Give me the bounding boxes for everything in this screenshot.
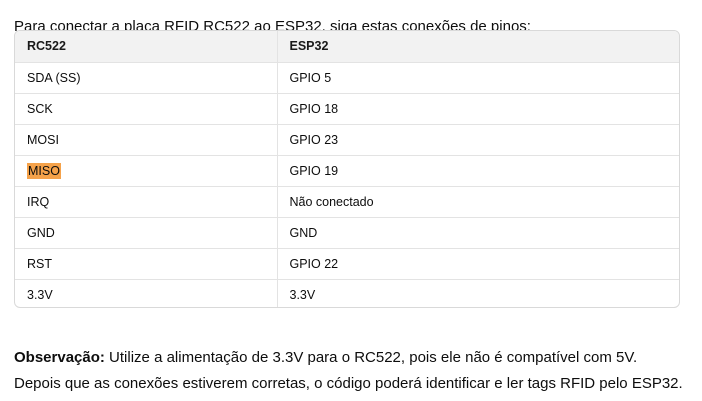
rc522-pin-cell: 3.3V [27, 287, 53, 302]
table-row: RST GPIO 22 [15, 248, 679, 280]
esp32-pin-cell: Não conectado [276, 186, 679, 218]
esp32-pin-cell: GPIO 22 [276, 248, 679, 280]
highlighted-text: MISO [27, 162, 61, 179]
note-label: Observação: [14, 349, 105, 366]
note-text: Utilize a alimentação de 3.3V para o RC5… [14, 349, 683, 392]
table-row: IRQ Não conectado [15, 186, 679, 218]
esp32-pin-cell: GPIO 19 [276, 155, 679, 187]
rc522-pin-cell: SCK [15, 93, 277, 125]
esp32-pin-cell: 3.3V [276, 279, 679, 307]
header-rc522: RC522 [15, 31, 277, 63]
table-row: MOSI GPIO 23 [15, 124, 679, 156]
rc522-pin-cell: MOSI [15, 124, 277, 156]
rc522-pin-cell: RST [15, 248, 277, 280]
table-header-row: RC522 ESP32 [15, 31, 679, 63]
rc522-pin-cell: IRQ [15, 186, 277, 218]
note-paragraph: Observação: Utilize a alimentação de 3.3… [14, 345, 686, 397]
rc522-pin-cell: SDA (SS) [15, 62, 277, 94]
table-row: MISO GPIO 19 [15, 155, 679, 187]
esp32-pin-cell: GPIO 23 [276, 124, 679, 156]
rc522-pin-cell: GND [15, 217, 277, 249]
table-row: GND GND [15, 217, 679, 249]
esp32-pin-cell: GPIO 18 [276, 93, 679, 125]
esp32-pin-cell: GND [276, 217, 679, 249]
pin-table: RC522 ESP32 SDA (SS) GPIO 5 SCK GPIO 18 … [14, 30, 680, 308]
rc522-pin-cell: MISO [15, 155, 277, 187]
header-esp32: ESP32 [276, 31, 679, 63]
table-row: SDA (SS) GPIO 5 [15, 62, 679, 94]
esp32-pin-cell: GPIO 5 [276, 62, 679, 94]
table-row: SCK GPIO 18 [15, 93, 679, 125]
table-row: 3.3V 3.3V [15, 279, 679, 307]
